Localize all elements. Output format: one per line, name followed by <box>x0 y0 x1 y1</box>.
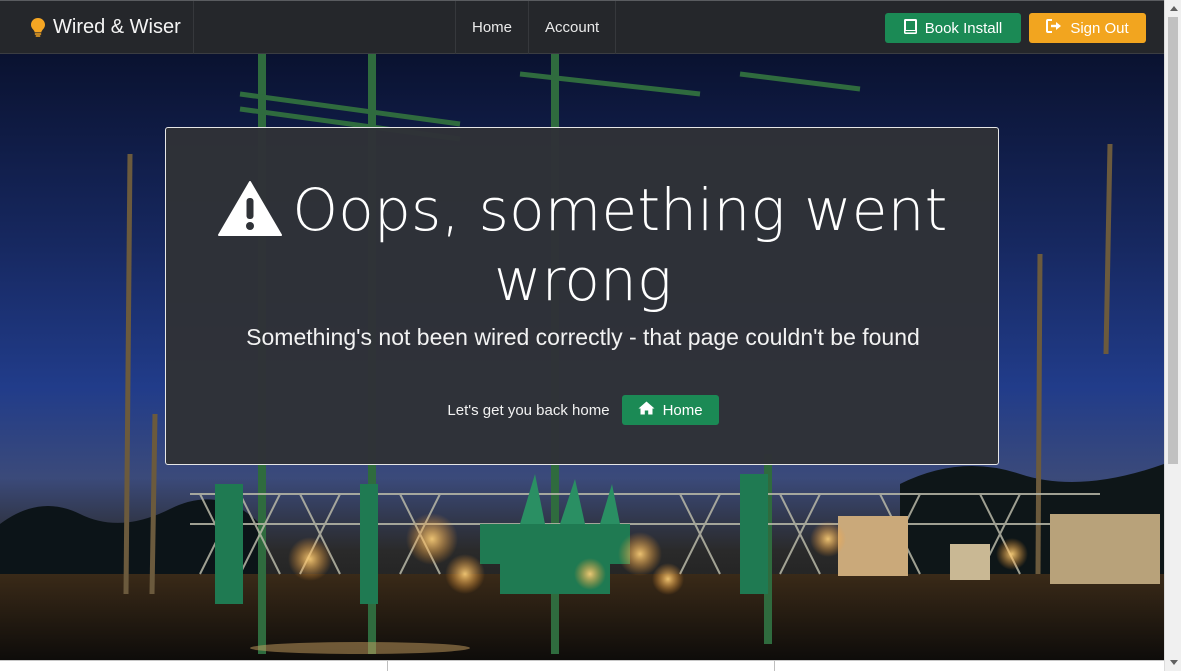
brand-name: Wired & Wiser <box>53 16 181 38</box>
nav-home-link[interactable]: Home <box>455 1 528 54</box>
scrollbar-thumb[interactable] <box>1168 17 1178 464</box>
warning-icon <box>218 180 283 248</box>
error-title-block: Oops, something went wrong <box>206 178 960 312</box>
top-navbar: Wired & Wiser Home Account Book Install … <box>0 0 1164 54</box>
sign-out-button[interactable]: Sign Out <box>1029 13 1146 43</box>
divider <box>387 661 388 671</box>
sign-out-icon <box>1046 19 1070 37</box>
home-icon <box>638 401 663 419</box>
back-home-text: Let's get you back home <box>447 401 610 419</box>
error-title: Oops, something went wrong <box>292 176 948 314</box>
brand-link[interactable]: Wired & Wiser <box>1 1 194 54</box>
book-install-label: Book Install <box>924 19 1003 37</box>
sign-out-label: Sign Out <box>1070 19 1129 37</box>
book-icon <box>903 18 925 38</box>
error-card: Oops, something went wrong Something's n… <box>165 127 999 465</box>
main-nav: Home Account <box>455 1 617 54</box>
error-subtitle: Something's not been wired correctly - t… <box>246 324 920 350</box>
back-home-row: Let's get you back home Home <box>166 395 1000 425</box>
lightbulb-icon <box>31 18 45 37</box>
home-button-label: Home <box>662 401 703 419</box>
vertical-scrollbar[interactable] <box>1164 0 1181 671</box>
footer-edge <box>0 660 1164 671</box>
scroll-up-arrow-icon[interactable] <box>1165 0 1181 17</box>
divider <box>774 661 775 671</box>
book-install-button[interactable]: Book Install <box>885 13 1021 43</box>
home-button[interactable]: Home <box>621 395 719 425</box>
nav-account-link[interactable]: Account <box>528 1 617 54</box>
scroll-down-arrow-icon[interactable] <box>1165 654 1181 671</box>
